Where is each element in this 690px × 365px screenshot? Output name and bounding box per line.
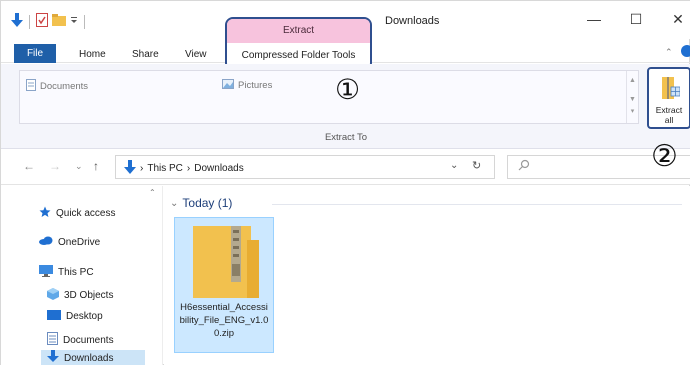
ribbon-collapse-icon[interactable]: ⌃: [665, 47, 673, 58]
group-divider: [272, 204, 682, 205]
refresh-icon[interactable]: ↻: [472, 159, 481, 172]
nav-pane-scrollbar[interactable]: ⌃: [147, 186, 161, 365]
tab-share[interactable]: Share: [132, 49, 159, 60]
file-name: H6essential_Accessibility_File_ENG_v1.00…: [179, 302, 269, 339]
file-item-zip[interactable]: H6essential_Accessibility_File_ENG_v1.00…: [174, 217, 274, 353]
extract-all-label-line-2: all: [664, 115, 674, 125]
nav-item-this-pc[interactable]: This PC: [39, 265, 94, 280]
scroll-up-icon[interactable]: ⌃: [149, 188, 156, 197]
extract-all-button[interactable]: Extract all: [647, 67, 690, 129]
maximize-button[interactable]: ☐: [626, 11, 646, 28]
nav-item-onedrive[interactable]: OneDrive: [39, 236, 100, 248]
extract-context-tab-group: Extract Compressed Folder Tools: [225, 17, 372, 71]
new-folder-icon[interactable]: [52, 14, 66, 29]
nav-item-3d-objects[interactable]: 3D Objects: [47, 288, 113, 303]
nav-item-downloads[interactable]: Downloads: [41, 350, 145, 365]
properties-icon[interactable]: [36, 13, 48, 30]
window-title: Downloads: [385, 15, 440, 27]
zip-folder-icon: [193, 226, 259, 301]
breadcrumb-separator: ›: [186, 163, 191, 174]
group-header-today[interactable]: ⌄ Today (1): [170, 196, 232, 210]
nav-item-label: This PC: [58, 267, 94, 278]
tab-file[interactable]: File: [14, 44, 56, 63]
nav-item-label: Downloads: [64, 352, 114, 364]
address-bar[interactable]: › This PC › Downloads ⌄ ↻: [115, 155, 495, 179]
navigation-pane: Quick access OneDrive This PC 3D Objects…: [1, 186, 163, 365]
qat-separator: [84, 14, 85, 29]
extract-tab-header: Extract: [227, 19, 370, 43]
extract-to-group-label: Extract To: [324, 132, 368, 143]
group-header-label: Today (1): [182, 196, 233, 210]
destination-pictures[interactable]: Pictures: [222, 79, 272, 92]
cube-icon: [47, 288, 59, 303]
download-icon: [47, 350, 59, 365]
callout-1: ①: [335, 73, 361, 106]
nav-item-label: Quick access: [56, 208, 116, 219]
nav-item-desktop[interactable]: Desktop: [47, 310, 103, 323]
gallery-scrollbar[interactable]: ▲ ▼ ▾: [626, 71, 638, 123]
minimize-button[interactable]: —: [584, 11, 604, 27]
explorer-window: Downloads — ☐ ✕ File Home Share View ⌃ E…: [0, 0, 690, 365]
close-button[interactable]: ✕: [668, 11, 688, 28]
breadcrumb-downloads[interactable]: Downloads: [194, 163, 243, 174]
forward-arrow-icon[interactable]: →: [49, 159, 61, 173]
extract-all-icon: [662, 73, 681, 104]
back-arrow-icon[interactable]: ←: [23, 159, 35, 173]
breadcrumb-this-pc[interactable]: This PC: [147, 163, 183, 174]
file-list: ⌄ Today (1) H6essential_Accessibility_Fi…: [164, 186, 690, 365]
gallery-more-icon[interactable]: ▾: [627, 107, 638, 115]
nav-item-label: 3D Objects: [64, 290, 114, 301]
extract-to-gallery: Documents Pictures ▲ ▼ ▾: [19, 70, 639, 124]
destination-label: Documents: [40, 81, 89, 92]
cloud-icon: [39, 236, 53, 248]
breadcrumb: › This PC › Downloads: [124, 160, 244, 177]
nav-item-label: Documents: [63, 334, 114, 346]
qat-customize-icon[interactable]: [70, 15, 78, 28]
address-bar-row: ← → ⌄ ↑ › This PC › Downloads ⌄ ↻: [1, 149, 690, 185]
breadcrumb-separator: ›: [140, 163, 144, 174]
document-icon: [47, 332, 58, 348]
nav-item-label: OneDrive: [58, 236, 101, 248]
scroll-up-icon[interactable]: ▲: [627, 77, 638, 84]
recent-locations-icon[interactable]: ⌄: [75, 161, 83, 172]
nav-item-quick-access[interactable]: Quick access: [39, 206, 115, 221]
scroll-down-icon[interactable]: ▼: [627, 96, 638, 103]
up-arrow-icon[interactable]: ↑: [93, 159, 99, 173]
downloads-location-icon: [124, 160, 136, 177]
tab-home[interactable]: Home: [79, 49, 106, 60]
chevron-down-icon: ⌄: [170, 197, 179, 209]
nav-item-documents[interactable]: Documents: [47, 332, 114, 348]
address-dropdown-icon[interactable]: ⌄: [450, 160, 458, 171]
down-arrow-icon[interactable]: [11, 13, 23, 30]
destination-label: Pictures: [238, 80, 273, 91]
search-icon: [518, 159, 530, 174]
nav-item-label: Desktop: [66, 311, 103, 322]
document-icon: [26, 79, 36, 94]
qat-separator: [29, 14, 30, 29]
tab-view[interactable]: View: [185, 49, 207, 60]
star-icon: [39, 206, 51, 221]
extract-all-label: Extract all: [649, 105, 689, 125]
quick-access-toolbar: [11, 13, 87, 30]
destination-documents[interactable]: Documents: [26, 79, 88, 94]
picture-icon: [222, 79, 234, 92]
desktop-icon: [47, 310, 61, 323]
callout-2: ②: [651, 139, 678, 174]
extract-all-label-line-1: Extract: [655, 105, 683, 115]
computer-icon: [39, 265, 53, 280]
help-icon[interactable]: [681, 45, 690, 57]
